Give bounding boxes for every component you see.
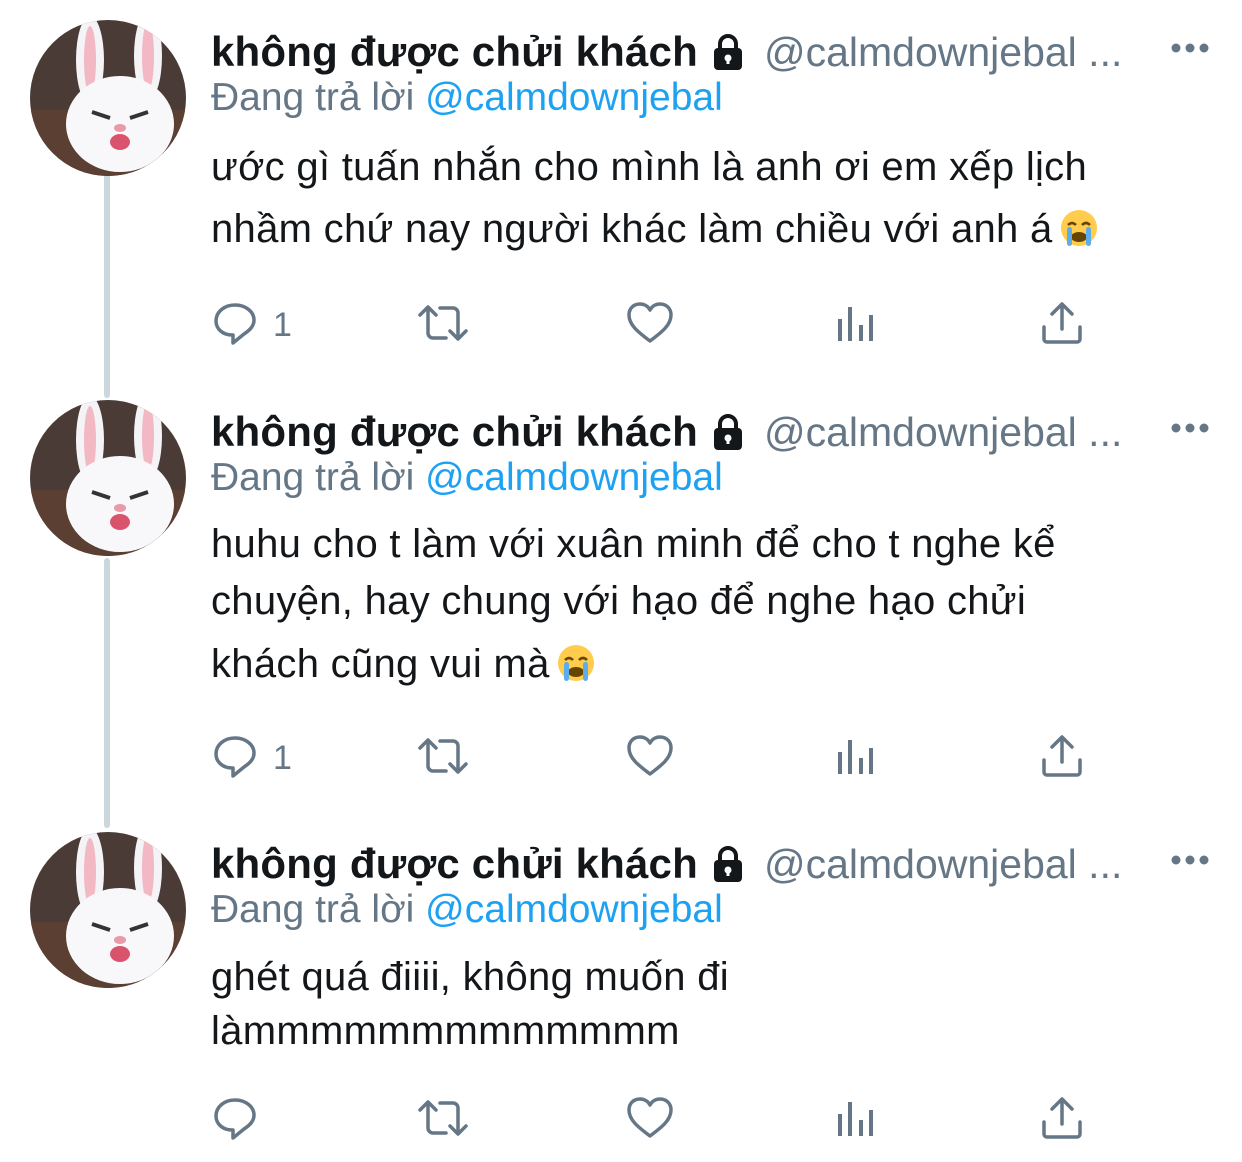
tweet-text: huhu cho t làm với xuân minh để cho t ng… bbox=[211, 516, 1191, 699]
like-icon bbox=[625, 1094, 675, 1147]
tweet-text-line: ước gì tuấn nhắn cho mình là anh ơi em x… bbox=[211, 145, 1088, 189]
tweet-header: không được chửi khách @calmdownjebal ... bbox=[211, 402, 1212, 462]
display-name[interactable]: không được chửi khách bbox=[211, 408, 698, 456]
like-button[interactable] bbox=[625, 295, 675, 355]
tweet[interactable]: không được chửi khách @calmdownjebal ...… bbox=[0, 832, 1242, 1152]
tweet-actions bbox=[211, 1090, 1101, 1150]
retweet-button[interactable] bbox=[414, 295, 472, 355]
reply-button[interactable] bbox=[211, 1090, 273, 1150]
reply-icon bbox=[211, 299, 259, 352]
loudly-crying-face-emoji bbox=[1059, 204, 1099, 266]
reply-context: Đang trả lời @calmdownjebal bbox=[211, 76, 723, 120]
share-icon bbox=[1039, 1094, 1085, 1147]
reply-icon bbox=[211, 1094, 259, 1147]
reply-prefix: Đang trả lời bbox=[211, 456, 415, 499]
more-icon[interactable] bbox=[1168, 28, 1212, 73]
share-icon bbox=[1039, 299, 1085, 352]
display-name[interactable]: không được chửi khách bbox=[211, 28, 698, 76]
analytics-button[interactable] bbox=[835, 728, 877, 788]
analytics-button[interactable] bbox=[835, 1090, 877, 1150]
reply-count: 1 bbox=[273, 738, 292, 777]
reply-context: Đang trả lời @calmdownjebal bbox=[211, 888, 723, 932]
more-icon[interactable] bbox=[1168, 408, 1212, 453]
reply-count: 1 bbox=[273, 305, 292, 344]
reply-mention-link[interactable]: @calmdownjebal bbox=[425, 456, 723, 499]
tweet-text-line: chuyện, hay chung với hạo để nghe hạo ch… bbox=[211, 579, 1027, 623]
like-button[interactable] bbox=[625, 1090, 675, 1150]
tweet[interactable]: không được chửi khách @calmdownjebal ...… bbox=[0, 20, 1242, 370]
analytics-icon bbox=[835, 299, 877, 352]
tweet-actions: 1 bbox=[211, 295, 1101, 355]
lock-icon bbox=[708, 412, 748, 452]
tweet-text-line: ghét quá điiii, không muốn đi bbox=[211, 955, 729, 999]
retweet-icon bbox=[414, 299, 472, 352]
reply-mention-link[interactable]: @calmdownjebal bbox=[425, 76, 723, 119]
analytics-icon bbox=[835, 732, 877, 785]
avatar[interactable] bbox=[30, 832, 186, 988]
retweet-icon bbox=[414, 1094, 472, 1147]
loudly-crying-face-emoji bbox=[556, 642, 596, 699]
tweet-text-line: khách cũng vui mà bbox=[211, 642, 550, 686]
tweet-header: không được chửi khách @calmdownjebal ... bbox=[211, 834, 1212, 894]
reply-prefix: Đang trả lời bbox=[211, 888, 415, 931]
tweet-text-line: làmmmmmmmmmmmmm bbox=[211, 1009, 680, 1053]
analytics-icon bbox=[835, 1094, 877, 1147]
tweet-text: ghét quá điiii, không muốn đi làmmmmmmmm… bbox=[211, 950, 1191, 1058]
reply-prefix: Đang trả lời bbox=[211, 76, 415, 119]
reply-icon bbox=[211, 732, 259, 785]
avatar[interactable] bbox=[30, 400, 186, 556]
display-name[interactable]: không được chửi khách bbox=[211, 840, 698, 888]
reply-button[interactable]: 1 bbox=[211, 728, 292, 788]
like-icon bbox=[625, 299, 675, 352]
reply-context: Đang trả lời @calmdownjebal bbox=[211, 456, 723, 500]
lock-icon bbox=[708, 844, 748, 884]
analytics-button[interactable] bbox=[835, 295, 877, 355]
username[interactable]: @calmdownjebal ... bbox=[764, 29, 1122, 76]
like-icon bbox=[625, 732, 675, 785]
share-button[interactable] bbox=[1039, 295, 1085, 355]
retweet-button[interactable] bbox=[414, 1090, 472, 1150]
share-button[interactable] bbox=[1039, 1090, 1085, 1150]
tweet-text: ước gì tuấn nhắn cho mình là anh ơi em x… bbox=[211, 136, 1191, 266]
share-icon bbox=[1039, 732, 1085, 785]
more-icon[interactable] bbox=[1168, 840, 1212, 885]
tweet-text-line: nhầm chứ nay người khác làm chiều với an… bbox=[211, 207, 1053, 251]
share-button[interactable] bbox=[1039, 728, 1085, 788]
username[interactable]: @calmdownjebal ... bbox=[764, 409, 1122, 456]
avatar[interactable] bbox=[30, 20, 186, 176]
tweet-actions: 1 bbox=[211, 728, 1101, 788]
reply-button[interactable]: 1 bbox=[211, 295, 292, 355]
retweet-icon bbox=[414, 732, 472, 785]
tweet-header: không được chửi khách @calmdownjebal ... bbox=[211, 22, 1212, 82]
retweet-button[interactable] bbox=[414, 728, 472, 788]
reply-mention-link[interactable]: @calmdownjebal bbox=[425, 888, 723, 931]
like-button[interactable] bbox=[625, 728, 675, 788]
username[interactable]: @calmdownjebal ... bbox=[764, 841, 1122, 888]
tweet-text-line: huhu cho t làm với xuân minh để cho t ng… bbox=[211, 522, 1056, 566]
lock-icon bbox=[708, 32, 748, 72]
tweet[interactable]: không được chửi khách @calmdownjebal ...… bbox=[0, 400, 1242, 790]
